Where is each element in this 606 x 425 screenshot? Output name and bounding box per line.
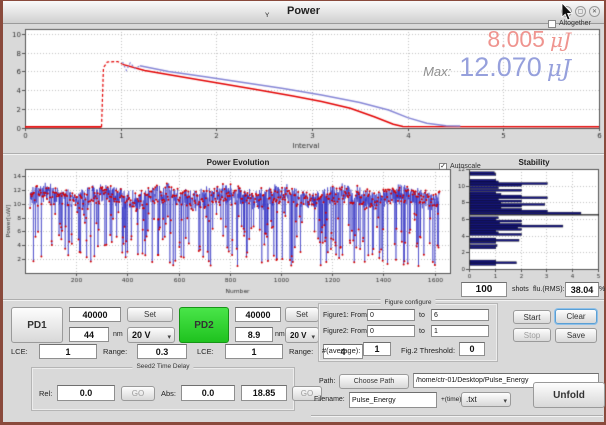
fig1-to-label: to [419,312,425,319]
pd2-wavelength-field[interactable] [235,327,273,342]
fig2-to-label: to [419,328,425,335]
stop-button[interactable]: Stop [513,328,551,342]
pd2-set-button[interactable]: Set [285,307,319,322]
max-energy-unit: μJ [547,56,571,82]
pd1-lce-label: LCE: [11,347,28,356]
choose-path-button[interactable]: Choose Path [339,374,409,389]
fig2-to-field[interactable] [431,325,489,337]
fig1-from-label: Figure1: From [323,312,367,319]
filename-field[interactable] [349,392,437,408]
current-energy-value: 8.005 [487,26,545,52]
threshold-label: Fig.2 Threshold: [401,346,455,355]
start-button[interactable]: Start [513,310,551,324]
energy-readouts: 8.005μJ Max:12.070μJ [303,28,571,81]
pd2-range-label: Range: [289,347,313,356]
pd1-wavelength-field[interactable] [69,327,109,342]
pd2-lce-field[interactable] [225,344,283,359]
chevron-down-icon: ▾ [167,330,171,345]
extension-dropdown[interactable]: .txt ▾ [461,392,511,407]
max-label: Max: [423,64,451,79]
extension-value: .txt [466,395,477,404]
pd2-lce-label: LCE: [197,347,214,356]
pd2-nm-label: nm [275,331,285,338]
fig2-from-field[interactable] [367,325,415,337]
filename-label: Filename: [314,396,345,403]
pd1-range-field[interactable] [137,344,187,359]
pd1-lce-field[interactable] [39,344,97,359]
pd1-set-button[interactable]: Set [127,307,173,322]
pd1-frequency-field[interactable] [69,307,121,322]
pd2-frequency-field[interactable] [235,307,281,322]
rms-value-field[interactable] [565,282,599,297]
figure-config-title: Figure configure [381,299,436,306]
max-energy-readout: Max: 12.070μJ [303,54,571,81]
pd1-button[interactable]: PD1 [11,307,63,343]
mouse-cursor [561,3,575,21]
pd2-voltage-value: 20 V [290,331,306,340]
seed2-rel-label: Rel: [39,389,52,398]
chevron-down-icon: ▾ [503,395,507,409]
average-label: #(average): [322,346,360,355]
seed2-rel-field[interactable] [57,385,115,401]
clear-button[interactable]: Clear [555,309,597,324]
window-title: Power [3,5,604,17]
pd2-button[interactable]: PD2 [179,307,229,343]
current-energy-readout: 8.005μJ [303,28,571,51]
pd1-voltage-dropdown[interactable]: 20 V ▾ [127,327,175,343]
seed2-abs-label: Abs: [161,389,176,398]
separator-top [3,153,604,155]
time-suffix-label: +(time) [441,396,461,403]
unfold-button[interactable]: Unfold [533,382,605,408]
shots-label: shots [512,286,529,293]
seed2-abs-field[interactable] [181,385,235,401]
top-plot-axis-title: Y [265,12,269,19]
threshold-field[interactable] [459,342,485,356]
chevron-down-icon: ▾ [311,330,315,345]
rms-label: flu.(RMS): [533,286,565,293]
evolution-plot-canvas [3,156,458,301]
stability-plot-canvas [458,156,604,282]
fig2-from-label: Figure2: From [323,328,367,335]
pd1-voltage-value: 20 V [132,330,151,340]
pd1-range-label: Range: [103,347,127,356]
pd2-voltage-dropdown[interactable]: 20 V ▾ [285,327,319,343]
seed2-rel-go-button[interactable]: GO [121,386,155,401]
fig1-from-field[interactable] [367,309,415,321]
fig1-to-field[interactable] [431,309,489,321]
current-energy-unit: μJ [550,28,571,52]
window-titlebar[interactable]: Power – ▢ ✕ [3,1,604,24]
app-window: Power – ▢ ✕ Altogether Y 8.005μJ Max:12.… [0,0,606,425]
seed2-group-title: Seed2 Time Delay [132,363,193,370]
separator-middle [3,299,604,301]
save-button[interactable]: Save [555,328,597,343]
percent-label: % [599,286,605,293]
seed2-abs2-field[interactable] [241,385,287,401]
path-label: Path: [319,378,335,385]
pd1-nm-label: nm [113,331,123,338]
shots-count-field[interactable] [461,282,507,297]
separator-bottom [311,415,603,417]
max-energy-value: 12.070 [459,52,542,82]
average-field[interactable] [363,342,391,356]
